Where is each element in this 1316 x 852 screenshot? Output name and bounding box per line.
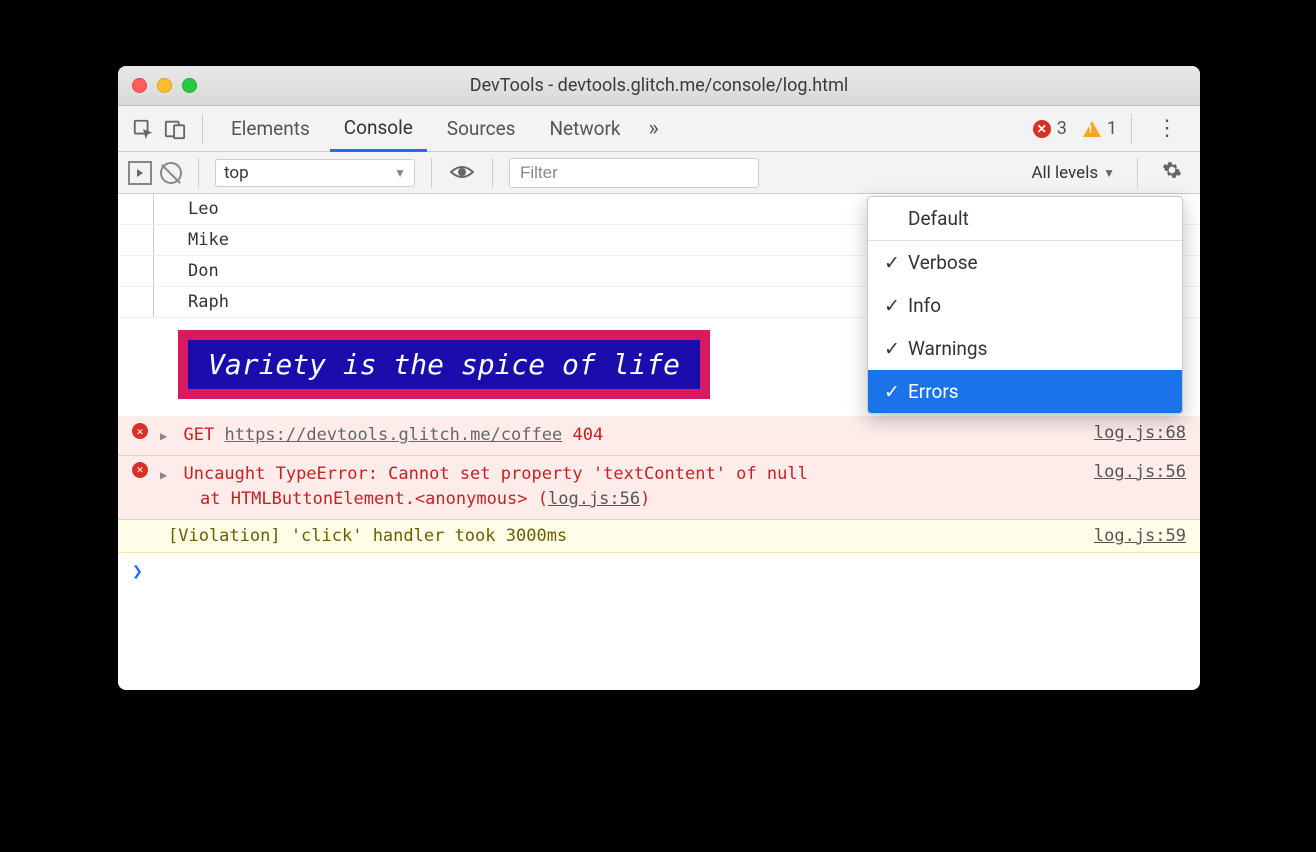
expand-triangle-icon[interactable]: ▶ — [160, 427, 167, 445]
chevron-down-icon: ▼ — [1103, 166, 1115, 180]
menu-label: Errors — [908, 380, 959, 403]
separator — [1137, 158, 1138, 188]
request-url[interactable]: https://devtools.glitch.me/coffee — [224, 425, 562, 445]
http-method: GET — [183, 425, 214, 445]
window-title: DevTools - devtools.glitch.me/console/lo… — [118, 75, 1200, 96]
error-message: Uncaught TypeError: Cannot set property … — [183, 464, 807, 484]
log-levels-menu: Default ✓ Verbose ✓ Info ✓ Warnings ✓ Er… — [867, 196, 1183, 414]
http-status: 404 — [572, 425, 603, 445]
styled-log-text: Variety is the spice of life — [188, 340, 700, 389]
menu-label: Verbose — [908, 251, 978, 274]
levels-menu-verbose[interactable]: ✓ Verbose — [868, 241, 1182, 284]
more-tabs-button[interactable]: » — [641, 116, 667, 141]
error-count: 3 — [1057, 118, 1067, 139]
separator — [492, 158, 493, 188]
panel-tabs-bar: Elements Console Sources Network » ✕ 3 1… — [118, 106, 1200, 152]
separator — [202, 114, 203, 144]
titlebar: DevTools - devtools.glitch.me/console/lo… — [118, 66, 1200, 106]
inspect-element-icon[interactable] — [130, 116, 156, 142]
stack-frame: at HTMLButtonElement.<anonymous> (log.js… — [160, 489, 650, 509]
tab-network[interactable]: Network — [535, 106, 634, 152]
context-label: top — [224, 163, 249, 183]
menu-label: Info — [908, 294, 941, 317]
minimize-window-button[interactable] — [157, 78, 172, 93]
check-icon: ✓ — [884, 251, 908, 274]
check-icon: ✓ — [884, 294, 908, 317]
close-window-button[interactable] — [132, 78, 147, 93]
clear-console-button[interactable] — [160, 162, 182, 184]
more-options-button[interactable]: ⋮ — [1146, 116, 1188, 141]
log-levels-dropdown[interactable]: All levels ▼ — [1025, 163, 1121, 183]
menu-label: Warnings — [908, 337, 987, 360]
separator — [431, 158, 432, 188]
traffic-lights — [118, 78, 197, 93]
violation-row[interactable]: [Violation] 'click' handler took 3000ms … — [118, 520, 1200, 553]
tab-console[interactable]: Console — [330, 106, 427, 152]
live-expression-button[interactable] — [448, 161, 476, 185]
prompt-chevron-icon: ❯ — [132, 561, 143, 582]
devtools-window: DevTools - devtools.glitch.me/console/lo… — [118, 66, 1200, 690]
separator — [1131, 114, 1132, 144]
device-toggle-icon[interactable] — [162, 116, 188, 142]
error-badge-icon: ✕ — [1033, 120, 1051, 138]
levels-menu-errors[interactable]: ✓ Errors — [868, 370, 1182, 413]
menu-label: Default — [908, 207, 969, 230]
levels-menu-info[interactable]: ✓ Info — [868, 284, 1182, 327]
tab-elements[interactable]: Elements — [217, 106, 324, 152]
warning-badge-icon — [1083, 121, 1101, 137]
styled-log-box: Variety is the spice of life — [178, 330, 710, 399]
source-link[interactable]: log.js:68 — [1094, 423, 1186, 449]
execution-context-select[interactable]: top ▼ — [215, 159, 415, 187]
expand-triangle-icon[interactable]: ▶ — [160, 466, 167, 484]
tab-sources[interactable]: Sources — [433, 106, 530, 152]
error-icon: ✕ — [132, 423, 148, 439]
error-icon: ✕ — [132, 462, 148, 478]
separator — [198, 158, 199, 188]
warning-count: 1 — [1107, 118, 1117, 139]
levels-label: All levels — [1031, 163, 1098, 183]
console-settings-button[interactable] — [1154, 160, 1190, 185]
console-toolbar: top ▼ All levels ▼ — [118, 152, 1200, 194]
check-icon: ✓ — [884, 380, 908, 403]
zoom-window-button[interactable] — [182, 78, 197, 93]
source-link[interactable]: log.js:56 — [1094, 462, 1186, 513]
source-link[interactable]: log.js:59 — [1094, 526, 1186, 546]
error-row[interactable]: ✕ ▶ GET https://devtools.glitch.me/coffe… — [118, 417, 1200, 456]
levels-menu-default[interactable]: Default — [868, 197, 1182, 240]
issue-badges[interactable]: ✕ 3 1 — [1033, 118, 1117, 139]
stack-source-link[interactable]: log.js:56 — [548, 489, 640, 509]
levels-menu-warnings[interactable]: ✓ Warnings — [868, 327, 1182, 370]
chevron-down-icon: ▼ — [394, 166, 406, 180]
violation-text: [Violation] 'click' handler took 3000ms — [168, 526, 567, 546]
toggle-sidebar-button[interactable] — [128, 161, 152, 185]
console-prompt[interactable]: ❯ — [118, 553, 1200, 590]
error-row[interactable]: ✕ ▶ Uncaught TypeError: Cannot set prope… — [118, 456, 1200, 520]
check-icon: ✓ — [884, 337, 908, 360]
filter-input[interactable] — [509, 158, 759, 188]
